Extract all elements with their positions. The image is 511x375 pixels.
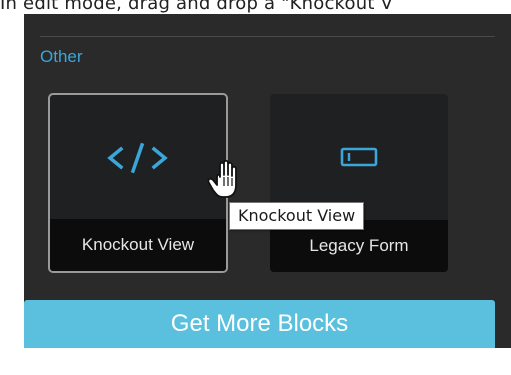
get-more-blocks-button[interactable]: Get More Blocks	[24, 300, 495, 348]
form-field-icon	[270, 130, 448, 184]
block-tile-label: Knockout View	[81, 235, 195, 254]
code-icon	[50, 131, 226, 185]
hand-cursor-icon	[206, 157, 246, 203]
section-title-other: Other	[40, 47, 83, 66]
blocks-panel: Other Knockout View Legacy Form	[24, 14, 511, 348]
tooltip: Knockout View	[229, 202, 365, 230]
block-tile-legacy-form[interactable]: Legacy Form	[269, 93, 449, 273]
section-divider	[40, 36, 495, 37]
block-tile-footer: Knockout View	[50, 219, 226, 271]
block-tile-label: Legacy Form	[309, 236, 409, 255]
block-tile-knockout-view[interactable]: Knockout View	[48, 93, 228, 273]
